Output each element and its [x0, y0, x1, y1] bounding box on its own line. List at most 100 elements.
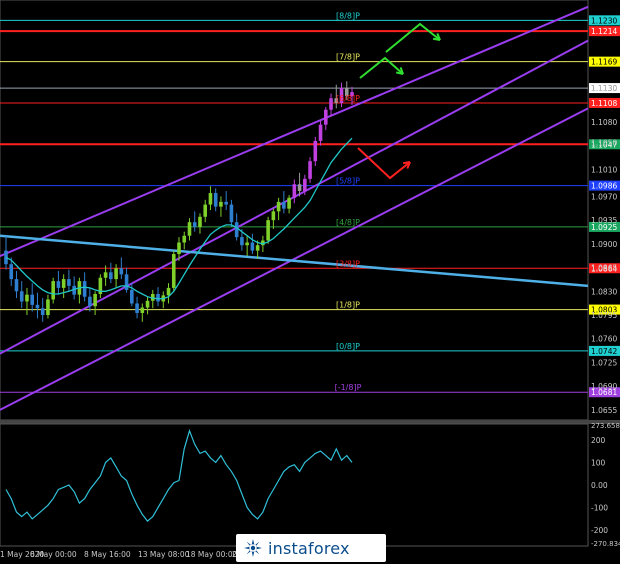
- candle-body: [109, 272, 113, 280]
- candle-body: [130, 289, 134, 304]
- price-tag-label: 1.0986: [591, 182, 617, 191]
- price-axis-tick: 1.0690: [591, 382, 617, 391]
- price-axis-tick: 1.0655: [591, 406, 617, 415]
- price-chart: [8/8]P [7/8]P [6/8]P [5/8]P [4/8]P [3/8]P [1/8…: [0, 0, 620, 559]
- price-axis-tick: 1.0970: [591, 192, 617, 201]
- candle-body: [166, 287, 171, 296]
- oscillator-min-label: -270.8342: [591, 540, 620, 548]
- candle-body: [292, 184, 297, 198]
- candle-body: [208, 193, 213, 205]
- brand-logo: instaforex: [236, 534, 386, 562]
- candle-body: [156, 294, 160, 302]
- time-axis-tick: 13 May 08:00: [138, 550, 190, 559]
- candle-body: [255, 245, 260, 251]
- candle-body: [303, 178, 307, 192]
- candle-body: [114, 268, 118, 280]
- candle-body: [198, 216, 202, 227]
- candle-body: [192, 222, 197, 227]
- price-axis-tick: 1.1050: [591, 138, 617, 147]
- brand-name: instaforex: [268, 538, 350, 558]
- price-axis-tick: 1.0725: [591, 358, 617, 367]
- candle-body: [93, 294, 97, 307]
- murrey-level-label: [0/8]P: [336, 342, 360, 351]
- price-tag-label: 1.1230: [591, 16, 617, 25]
- candle-body: [140, 307, 145, 313]
- oscillator-axis-tick: -200: [591, 526, 608, 535]
- candle-body: [124, 274, 129, 290]
- panel-separator: [0, 420, 620, 424]
- murrey-level-label: [-1/8]P: [335, 383, 362, 392]
- candle-body: [14, 279, 19, 292]
- murrey-level-label: [5/8]P: [336, 177, 360, 186]
- candle-body: [9, 264, 14, 280]
- candle-body: [182, 235, 187, 243]
- oscillator-axis-tick: 100: [591, 458, 606, 467]
- candle-body: [313, 140, 318, 162]
- murrey-level-label: [7/8]P: [336, 53, 360, 62]
- candle-body: [240, 237, 244, 246]
- candle-body: [245, 242, 249, 246]
- murrey-level-label: [4/8]P: [336, 218, 360, 227]
- price-axis-tick: 1.1080: [591, 118, 617, 127]
- candle-body: [234, 222, 239, 238]
- price-axis-tick: 1.0935: [591, 216, 617, 225]
- candle-body: [35, 304, 40, 309]
- candle-body: [287, 197, 291, 209]
- murrey-level-label: [1/8]P: [336, 301, 360, 310]
- candle-body: [88, 296, 92, 307]
- time-axis-tick: 6 May 00:00: [30, 550, 77, 559]
- oscillator-max-label: 273.6586: [591, 422, 620, 430]
- candle-body: [40, 308, 45, 315]
- candle-body: [329, 98, 333, 110]
- candle-body: [203, 204, 208, 217]
- candle-body: [145, 300, 150, 308]
- price-tag-label: 1.0742: [591, 347, 617, 356]
- candle-body: [51, 281, 55, 300]
- candle-body: [250, 242, 255, 251]
- candle-body: [177, 242, 181, 255]
- candle-body: [119, 268, 124, 275]
- candle-body: [30, 294, 35, 305]
- oscillator-axis-tick: 200: [591, 436, 606, 445]
- murrey-level-label: [6/8]P: [336, 94, 360, 103]
- candle-body: [318, 124, 323, 141]
- price-axis-tick: 1.1130: [591, 84, 617, 93]
- candle-body: [103, 272, 108, 278]
- candle-body: [224, 201, 228, 205]
- oscillator-axis-tick: -100: [591, 504, 608, 513]
- candle-body: [297, 184, 302, 192]
- instaforex-logo-icon: [244, 539, 262, 557]
- oscillator-axis-tick: 0.00: [591, 481, 608, 490]
- candle-body: [187, 222, 192, 236]
- price-axis-tick: 1.1010: [591, 165, 617, 174]
- candle-body: [276, 201, 281, 212]
- candle-body: [82, 281, 87, 297]
- candle-body: [19, 291, 24, 302]
- price-axis-tick: 1.0830: [591, 287, 617, 296]
- price-tag-label: 1.1108: [591, 99, 617, 108]
- candle-body: [229, 204, 234, 223]
- price-tag-label: 1.1169: [591, 58, 617, 67]
- candle-body: [25, 294, 29, 302]
- candle-body: [171, 254, 176, 288]
- candle-body: [308, 161, 312, 179]
- candle-body: [282, 201, 286, 209]
- oscillator-panel-frame: [0, 423, 589, 547]
- candle-body: [266, 220, 270, 241]
- candle-body: [135, 303, 139, 313]
- candle-body: [46, 299, 50, 315]
- murrey-level-label: [3/8]P: [336, 259, 360, 268]
- price-tag-label: 1.1214: [591, 27, 617, 36]
- candle-body: [271, 211, 276, 221]
- price-axis-tick: 1.0900: [591, 240, 617, 249]
- price-axis-tick: 1.0760: [591, 335, 617, 344]
- price-axis-tick: 1.0865: [591, 264, 617, 273]
- candle-body: [61, 279, 66, 288]
- price-axis-tick: 1.0795: [591, 311, 617, 320]
- candle-body: [219, 201, 223, 207]
- candle-body: [56, 281, 61, 288]
- main-panel-frame: [0, 0, 589, 421]
- time-axis-tick: 8 May 16:00: [84, 550, 131, 559]
- candle-body: [323, 109, 328, 125]
- candle-body: [67, 279, 71, 286]
